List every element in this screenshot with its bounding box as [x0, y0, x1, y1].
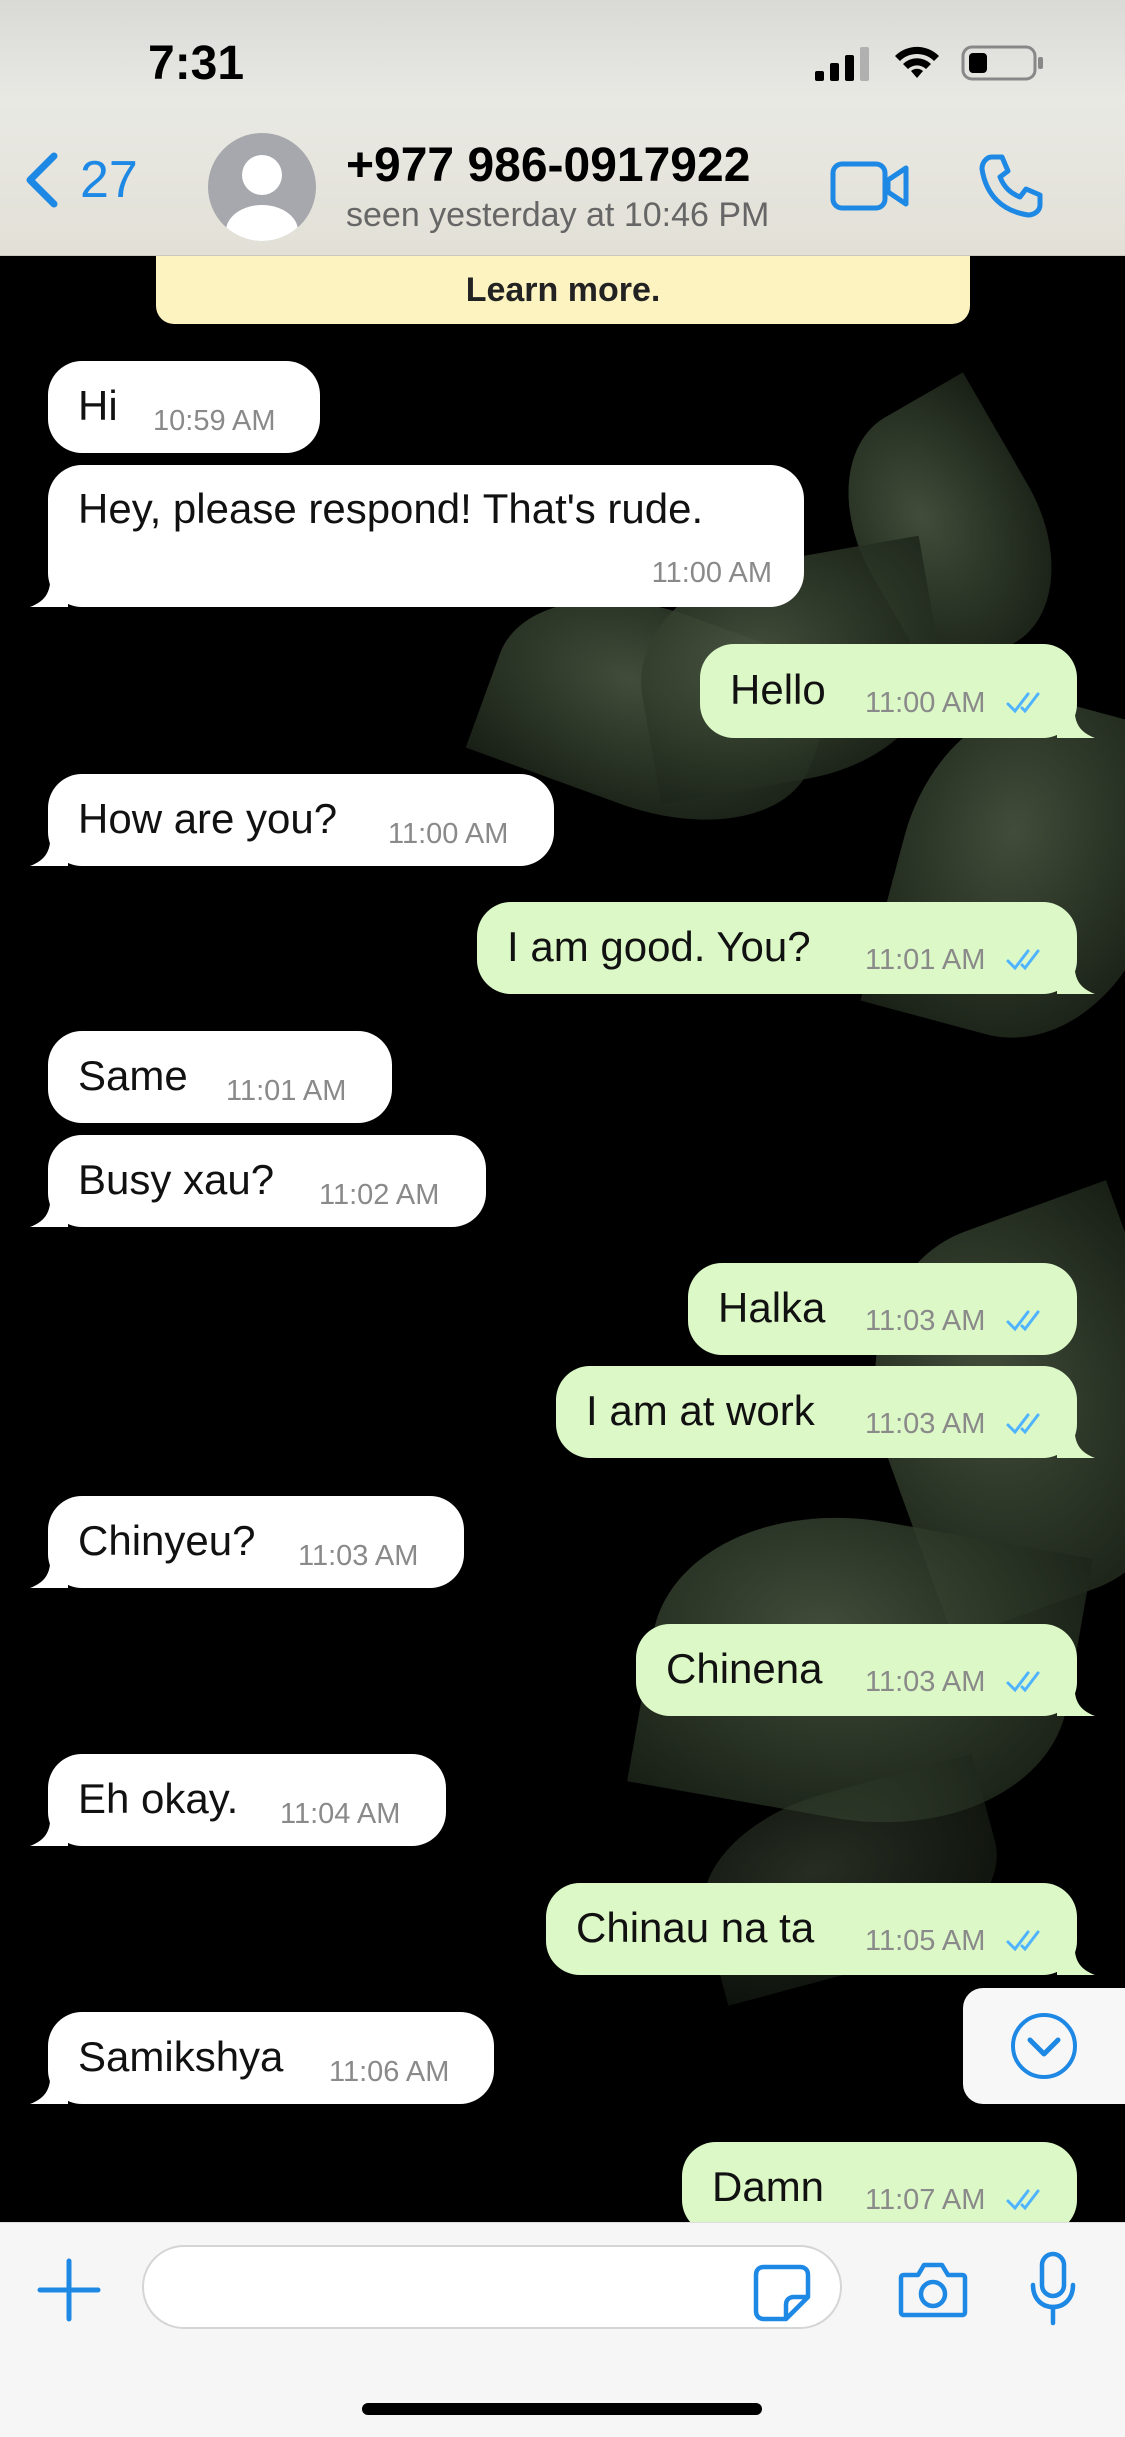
- phone-call-button[interactable]: [978, 153, 1044, 224]
- bubble-tail: [30, 2068, 68, 2104]
- message-text: Hi: [78, 382, 118, 429]
- avatar[interactable]: [208, 133, 316, 241]
- read-ticks-icon: [1006, 1671, 1040, 1693]
- message-incoming[interactable]: Chinyeu? 11:03 AM: [48, 1496, 464, 1588]
- microphone-icon: [1030, 2251, 1076, 2326]
- video-call-button[interactable]: [830, 158, 910, 219]
- read-ticks-icon: [1006, 2189, 1040, 2211]
- message-incoming[interactable]: Same 11:01 AM: [48, 1031, 392, 1123]
- phone-call-icon: [979, 154, 1043, 218]
- bubble-tail: [1057, 1680, 1095, 1716]
- learn-more-banner[interactable]: Learn more.: [156, 256, 970, 324]
- attach-button[interactable]: [36, 2257, 102, 2328]
- camera-icon: [898, 2262, 968, 2318]
- read-ticks-icon: [1006, 1930, 1040, 1952]
- contact-name[interactable]: +977 986-0917922: [346, 138, 750, 193]
- message-time: 11:04 AM: [280, 1798, 401, 1830]
- default-avatar-icon: [226, 155, 298, 241]
- plus-icon: [37, 2258, 101, 2322]
- message-text: Halka: [718, 1284, 826, 1331]
- message-text: I am at work: [586, 1387, 815, 1434]
- message-time: 11:07 AM: [865, 2184, 986, 2216]
- message-time: 11:01 AM: [226, 1075, 347, 1107]
- signal-icon: [815, 47, 869, 81]
- message-outgoing[interactable]: Chinena 11:03 AM: [636, 1624, 1077, 1716]
- message-time: 10:59 AM: [153, 405, 276, 437]
- voice-message-button[interactable]: [1028, 2251, 1078, 2332]
- bubble-tail: [1057, 702, 1095, 738]
- back-chevron-icon: [26, 152, 58, 208]
- message-text: Chinena: [666, 1645, 823, 1692]
- read-ticks-icon: [1006, 1413, 1040, 1435]
- message-text: Eh okay.: [78, 1775, 239, 1822]
- message-time: 11:06 AM: [329, 2056, 450, 2088]
- message-outgoing[interactable]: Chinau na ta 11:05 AM: [546, 1883, 1077, 1975]
- bubble-tail: [30, 830, 68, 866]
- message-text: Busy xau?: [78, 1156, 275, 1203]
- message-incoming[interactable]: Hey, please respond! That's rude. 11:00 …: [48, 465, 804, 607]
- status-time: 7:31: [148, 37, 245, 90]
- message-outgoing[interactable]: I am at work 11:03 AM: [556, 1366, 1077, 1458]
- message-incoming[interactable]: Eh okay. 11:04 AM: [48, 1754, 446, 1846]
- message-incoming[interactable]: Busy xau? 11:02 AM: [48, 1135, 486, 1227]
- bubble-tail: [1057, 1422, 1095, 1458]
- message-time: 11:02 AM: [319, 1179, 440, 1211]
- message-outgoing[interactable]: I am good. You? 11:01 AM: [477, 902, 1077, 994]
- read-ticks-icon: [1006, 949, 1040, 971]
- bubble-tail: [30, 1191, 68, 1227]
- message-outgoing[interactable]: Hello 11:00 AM: [700, 644, 1077, 738]
- message-text: Hello: [730, 666, 826, 713]
- message-text: Samikshya: [78, 2033, 284, 2080]
- status-icons: [813, 44, 1045, 82]
- video-call-icon: [830, 161, 909, 211]
- learn-more-link[interactable]: Learn more.: [466, 271, 661, 310]
- read-ticks-icon: [1006, 692, 1040, 714]
- back-button[interactable]: 27: [22, 150, 138, 210]
- bubble-tail: [30, 1552, 68, 1588]
- message-input[interactable]: [142, 2245, 842, 2329]
- message-text: Chinau na ta: [576, 1904, 815, 1951]
- last-seen: seen yesterday at 10:46 PM: [346, 196, 770, 234]
- composer-bar: [0, 2222, 1125, 2437]
- bubble-tail: [1057, 958, 1095, 994]
- bubble-tail: [30, 571, 68, 607]
- sticker-button[interactable]: [752, 2263, 812, 2328]
- chat-header: 7:31 27 +977 986-0917922 seen yesterday …: [0, 0, 1125, 256]
- scroll-down-icon: [1011, 2013, 1077, 2079]
- message-outgoing[interactable]: Damn 11:07 AM: [682, 2142, 1077, 2234]
- message-time: 11:03 AM: [865, 1408, 986, 1440]
- message-time: 11:03 AM: [865, 1666, 986, 1698]
- message-text: How are you?: [78, 795, 338, 842]
- message-time: 11:03 AM: [298, 1540, 419, 1572]
- message-time: 11:03 AM: [865, 1305, 986, 1337]
- unread-count: 27: [80, 151, 138, 209]
- bubble-tail: [1057, 1939, 1095, 1975]
- sticker-icon: [753, 2264, 811, 2322]
- read-ticks-icon: [1006, 1310, 1040, 1332]
- message-text: Same: [78, 1052, 188, 1099]
- message-incoming[interactable]: How are you? 11:00 AM: [48, 774, 554, 866]
- battery-icon: [961, 45, 1043, 81]
- scroll-to-bottom-button[interactable]: [963, 1988, 1125, 2104]
- home-indicator: [362, 2403, 762, 2415]
- message-time: 11:05 AM: [865, 1925, 986, 1957]
- bubble-tail: [30, 1810, 68, 1846]
- message-text: Hey, please respond! That's rude.: [78, 485, 704, 532]
- message-time: 11:00 AM: [388, 818, 509, 850]
- message-incoming[interactable]: Hi 10:59 AM: [48, 361, 320, 453]
- message-outgoing[interactable]: Halka 11:03 AM: [688, 1263, 1077, 1355]
- message-text: Damn: [712, 2163, 825, 2210]
- camera-button[interactable]: [898, 2259, 968, 2324]
- message-text: Chinyeu?: [78, 1517, 256, 1564]
- message-text: I am good. You?: [507, 923, 811, 970]
- wifi-icon: [895, 46, 939, 78]
- message-time: 11:01 AM: [865, 944, 986, 976]
- message-time: 11:00 AM: [651, 557, 772, 589]
- message-incoming[interactable]: Samikshya 11:06 AM: [48, 2012, 494, 2104]
- message-time: 11:00 AM: [865, 687, 986, 719]
